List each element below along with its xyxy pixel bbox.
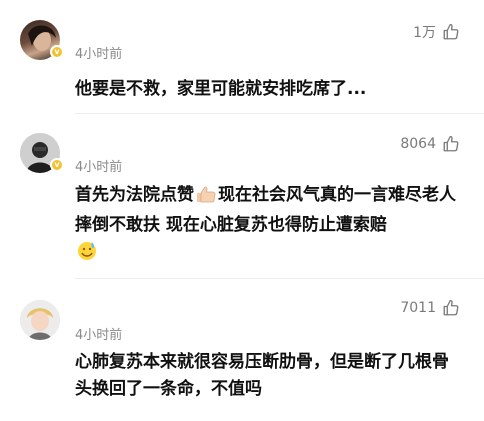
comment-time: 4小时前 <box>75 160 123 175</box>
thumbs-up-emoji-icon <box>195 185 217 212</box>
comment-text-part: 首先为法院点赞 <box>75 185 194 205</box>
comment-item: 4小时前 7011 心肺复苏本来就很容易压断肋骨，但是断了几根骨头换回了一条命，… <box>0 282 484 421</box>
comment-text: 心肺复苏本来就很容易压断肋骨，但是断了几根骨头换回了一条命，不值吗 <box>75 352 449 399</box>
verified-badge-icon: v <box>50 45 64 59</box>
thumbs-up-icon <box>442 135 460 153</box>
like-button[interactable]: 1万 <box>413 22 460 42</box>
like-button[interactable]: 8064 <box>400 135 460 153</box>
divider <box>75 113 484 114</box>
thumbs-up-icon <box>442 23 460 41</box>
comment-text: 首先为法院点赞 现在社会风气真的一言难尽老人摔倒不敢扶 现在心脏复苏也得防止遭索赔 <box>75 182 465 270</box>
like-count: 1万 <box>413 25 436 41</box>
comment-time: 4小时前 <box>75 328 123 343</box>
comment-text: 他要是不救，家里可能就安排吃席了... <box>75 79 367 99</box>
comment-item: v 4小时前 1万 他要是不救，家里可能就安排吃席了... <box>0 0 484 114</box>
like-button[interactable]: 7011 <box>400 299 460 317</box>
like-count: 7011 <box>400 300 436 316</box>
avatar[interactable] <box>20 300 60 340</box>
verified-badge-icon: v <box>50 158 64 172</box>
divider <box>75 278 484 279</box>
comment-time: 4小时前 <box>75 47 123 62</box>
thumbs-up-icon <box>442 299 460 317</box>
like-count: 8064 <box>400 136 436 152</box>
sweat-smile-emoji-icon <box>76 239 98 270</box>
comment-item: v 4小时前 8064 首先为法院点赞 现在社会风气真的一言难尽老人摔倒不敢扶 现… <box>0 115 484 279</box>
